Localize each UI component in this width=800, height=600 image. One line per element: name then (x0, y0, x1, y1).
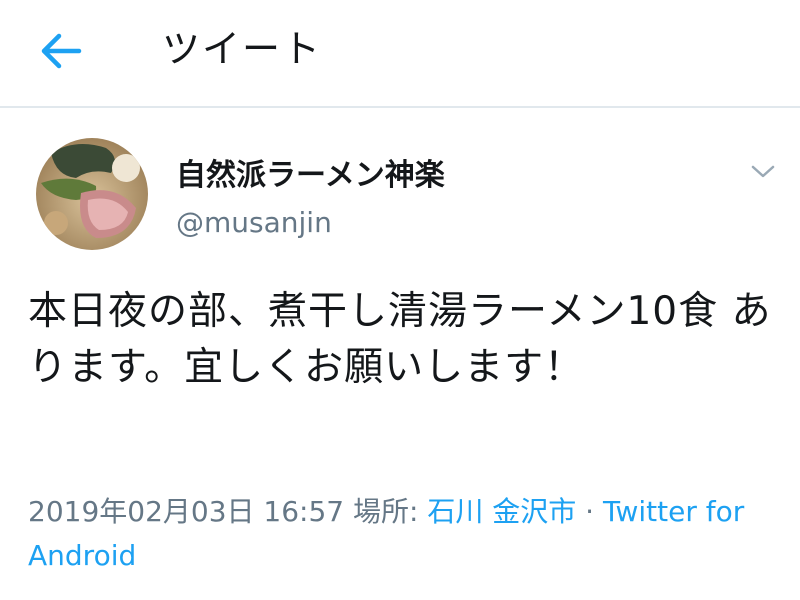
arrow-left-icon (39, 31, 83, 75)
back-button[interactable] (26, 18, 96, 88)
page-title: ツイート (162, 27, 323, 71)
chevron-down-icon (751, 164, 775, 183)
tweet-meta: 2019年02月03日 16:57 場所: 石川 金沢市 · Twitter f… (28, 490, 778, 578)
top-bar: ツイート (0, 0, 800, 108)
tweet-text: 本日夜の部、煮干し清湯ラーメン10食 あります。宜しくお願いします！ (28, 289, 772, 390)
author-handle[interactable]: @musanjin (176, 204, 332, 242)
location-link[interactable]: 石川 金沢市 (427, 495, 576, 528)
timestamp: 2019年02月03日 16:57 (28, 495, 345, 528)
tweet-menu-button[interactable] (746, 156, 780, 190)
location-label: 場所: (353, 495, 419, 528)
author-display-name[interactable]: 自然派ラーメン神楽 (176, 156, 445, 196)
avatar[interactable] (36, 138, 148, 250)
tweet-detail: 自然派ラーメン神楽 @musanjin 本日夜の部、煮干し清湯ラーメン10食 あ… (0, 108, 800, 600)
meta-separator: · (585, 495, 595, 528)
